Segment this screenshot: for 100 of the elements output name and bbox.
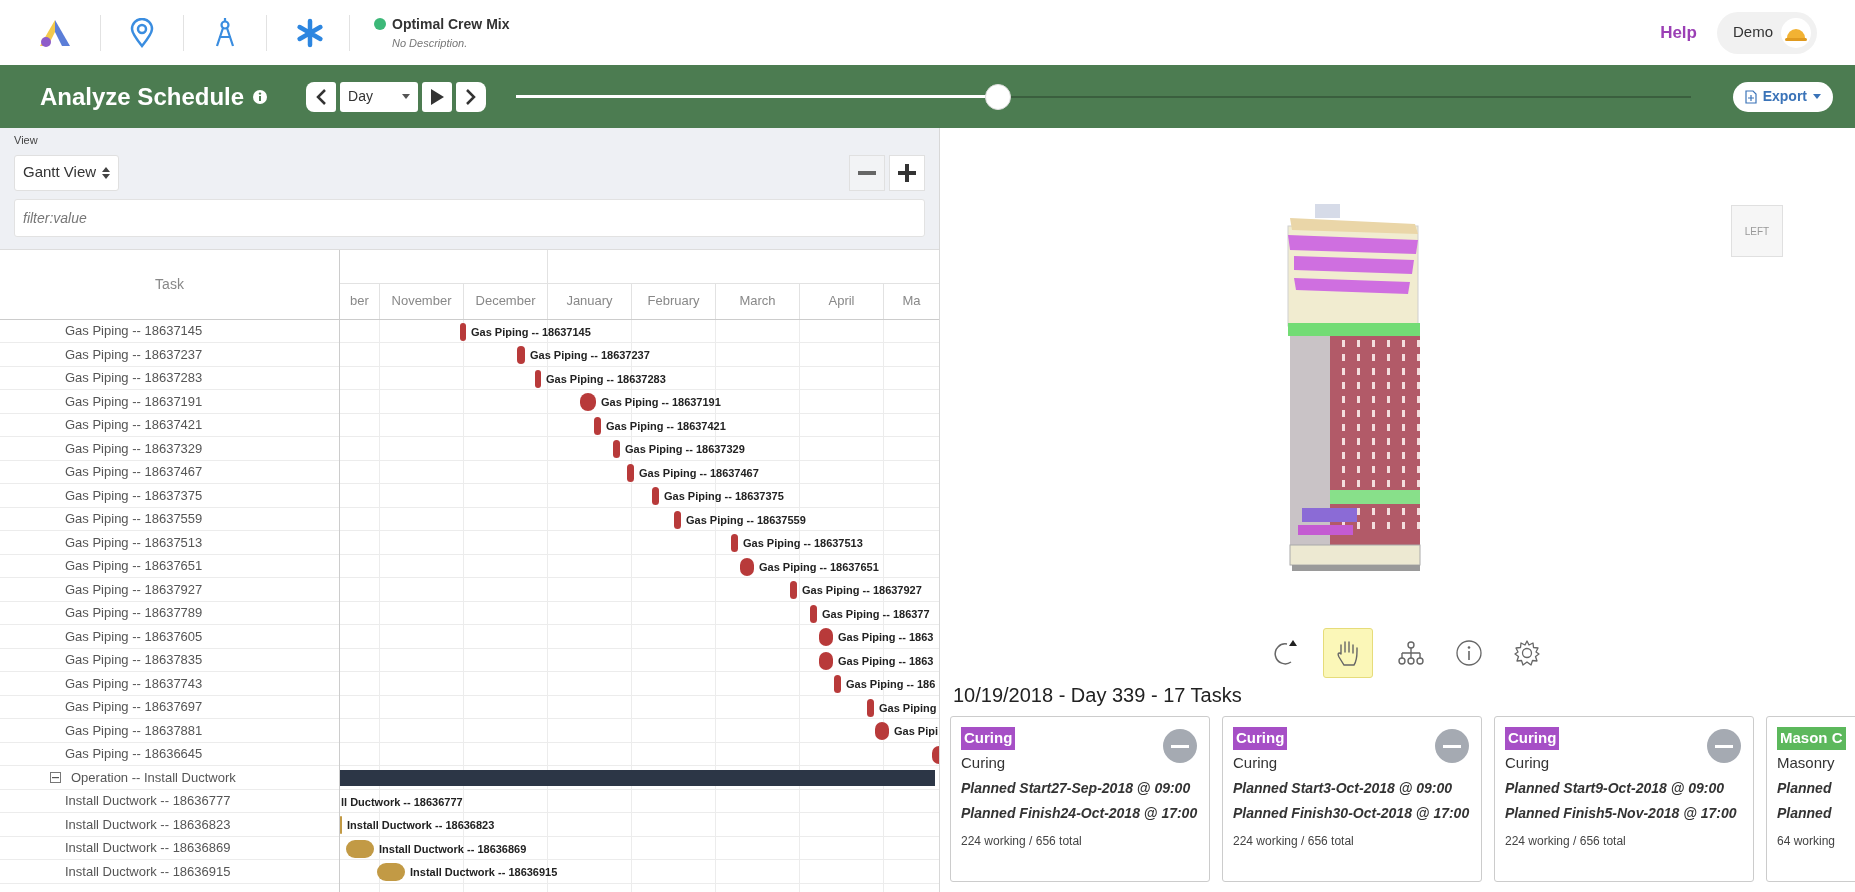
task-tag: Mason C [1777, 727, 1846, 750]
task-name[interactable]: Gas Piping -- 18637329 [0, 438, 203, 458]
task-name[interactable]: Gas Piping -- 18637559 [0, 509, 203, 529]
task-bar[interactable] [834, 675, 841, 693]
bar-label: Gas Piping -- 18637329 [625, 442, 745, 457]
task-name[interactable]: Gas Piping -- 18637467 [0, 462, 203, 482]
viewer-tool-button[interactable] [1323, 628, 1373, 678]
play-button[interactable] [422, 81, 453, 112]
collapse-toggle[interactable] [50, 771, 61, 783]
zoom-out-button[interactable] [849, 154, 885, 191]
previous-button[interactable] [306, 81, 337, 112]
bar-label: Gas Piping -- 18637421 [606, 418, 726, 434]
task-name[interactable]: Gas Piping -- 18637513 [0, 532, 203, 552]
column-header: Task [155, 274, 184, 294]
bar-label: Gas Piping -- 18637145 [471, 324, 591, 340]
export-button[interactable]: Export [1732, 81, 1833, 112]
task-name[interactable]: Install Ductwork -- 18636777 [0, 791, 231, 811]
task-card[interactable]: Curing Curing Planned Start9-Oct-2018 @ 09:00 Planned Finish5-Nov-2018 @ 17:00 224 working / 656 total [1494, 716, 1754, 882]
planned-finish: Planned Finish24-Oct-2018 @ 17:00 [961, 804, 1199, 823]
task-bar[interactable] [460, 322, 466, 341]
task-bar[interactable] [819, 651, 833, 670]
task-bar[interactable] [875, 722, 889, 740]
task-name[interactable]: Install Ductwork -- 18636823 [0, 814, 231, 834]
task-bar[interactable] [377, 863, 405, 881]
month-label: January [566, 292, 613, 311]
task-type: Masonry [1777, 752, 1836, 773]
task-name[interactable]: Gas Piping -- 18636645 [0, 744, 203, 764]
chevron-right-icon [465, 87, 478, 106]
task-name[interactable]: Gas Piping -- 18637421 [0, 415, 203, 435]
view-select[interactable]: Gantt View [14, 154, 120, 191]
task-card[interactable]: Curing Curing Planned Start27-Sep-2018 @ 09:00 Planned Finish24-Oct-2018 @ 17:00 224 working / 656 total [950, 716, 1210, 882]
task-name[interactable]: Gas Piping -- 18637191 [0, 391, 203, 411]
bar-label: ll Ductwork -- 18636777 [341, 794, 463, 810]
month-label: November [391, 292, 452, 311]
task-bar[interactable] [819, 628, 833, 646]
task-bar[interactable] [580, 393, 596, 411]
bar-label: Gas Piping -- 18637191 [601, 395, 721, 410]
task-bar[interactable] [790, 581, 797, 599]
task-bar[interactable] [517, 346, 525, 364]
day-summary-title: 10/19/2018 - Day 339 - 17 Tasks [953, 683, 1243, 708]
task-bar[interactable] [652, 487, 659, 505]
next-button[interactable] [456, 81, 487, 112]
caret-icon [1813, 93, 1821, 100]
sort-arrows-icon [102, 166, 111, 179]
asterisk-icon[interactable] [295, 17, 325, 48]
minus-icon [858, 170, 876, 175]
bar-label: Install Ductwork -- 18636823 [347, 818, 495, 833]
task-name[interactable]: Install Ductwork -- 18636869 [0, 838, 231, 858]
slider-thumb[interactable] [984, 83, 1011, 110]
planned-finish: Planned [1777, 804, 1833, 823]
task-bar[interactable] [674, 510, 681, 529]
month-label: Ma [902, 292, 921, 311]
location-pin-icon[interactable] [129, 17, 155, 48]
help-link[interactable]: Help [1660, 19, 1697, 46]
task-bar[interactable] [867, 698, 874, 717]
task-card[interactable]: Curing Curing Planned Start3-Oct-2018 @ 09:00 Planned Finish30-Oct-2018 @ 17:00 224 working / 656 total [1222, 716, 1482, 882]
task-name[interactable]: Gas Piping -- 18637789 [0, 603, 203, 623]
task-bar[interactable] [810, 604, 817, 623]
hand-icon [1335, 638, 1361, 668]
task-name[interactable]: Gas Piping -- 18637651 [0, 556, 203, 576]
bar-label: Gas Piping [879, 700, 937, 716]
task-name[interactable]: Gas Piping -- 18637237 [0, 344, 203, 364]
caret-icon [402, 93, 411, 100]
task-bar[interactable] [613, 440, 620, 458]
task-name[interactable]: Gas Piping -- 18637605 [0, 626, 203, 646]
document-icon [1744, 89, 1757, 104]
zoom-in-button[interactable] [889, 154, 925, 191]
task-bar[interactable] [594, 416, 601, 435]
timeline-slider[interactable] [516, 83, 1692, 110]
task-bar[interactable] [731, 534, 738, 552]
info-icon[interactable] [252, 88, 269, 105]
crew-count: 224 working / 656 total [1233, 833, 1355, 850]
settings-icon [1513, 639, 1541, 667]
month-label: April [828, 292, 855, 311]
task-bar[interactable] [535, 369, 541, 388]
task-name[interactable]: Gas Piping -- 18637145 [0, 321, 203, 341]
task-name[interactable]: Gas Piping -- 18637835 [0, 650, 203, 670]
bar-label: Gas Piping -- 1863 [838, 630, 934, 645]
task-name[interactable]: Gas Piping -- 18637881 [0, 720, 203, 740]
play-icon [429, 87, 446, 106]
task-name[interactable]: Gas Piping -- 18637743 [0, 673, 203, 693]
view-label: View [14, 133, 39, 148]
task-name[interactable]: Gas Piping -- 18637927 [0, 579, 203, 599]
task-bar[interactable] [627, 463, 634, 482]
task-bar[interactable] [740, 557, 754, 576]
info-icon [1455, 639, 1483, 667]
task-card[interactable]: Mason C Masonry Planned Planned 64 working [1766, 716, 1855, 882]
minus-icon [1715, 744, 1733, 748]
task-name[interactable]: Install Ductwork -- 18636915 [0, 861, 231, 881]
task-bar[interactable] [346, 839, 374, 858]
planned-start: Planned [1777, 779, 1833, 798]
group-label[interactable]: Operation -- Install Ductwork [71, 767, 236, 787]
user-menu[interactable]: Demo [1717, 11, 1817, 54]
period-select[interactable]: Day [340, 81, 419, 112]
task-name[interactable]: Gas Piping -- 18637283 [0, 368, 203, 388]
planned-start: Planned Start3-Oct-2018 @ 09:00 [1233, 779, 1454, 798]
chevron-left-icon [315, 87, 328, 106]
task-name[interactable]: Gas Piping -- 18637697 [0, 697, 203, 717]
task-name[interactable]: Gas Piping -- 18637375 [0, 485, 203, 505]
filter-field[interactable]: filter:value [14, 198, 925, 237]
